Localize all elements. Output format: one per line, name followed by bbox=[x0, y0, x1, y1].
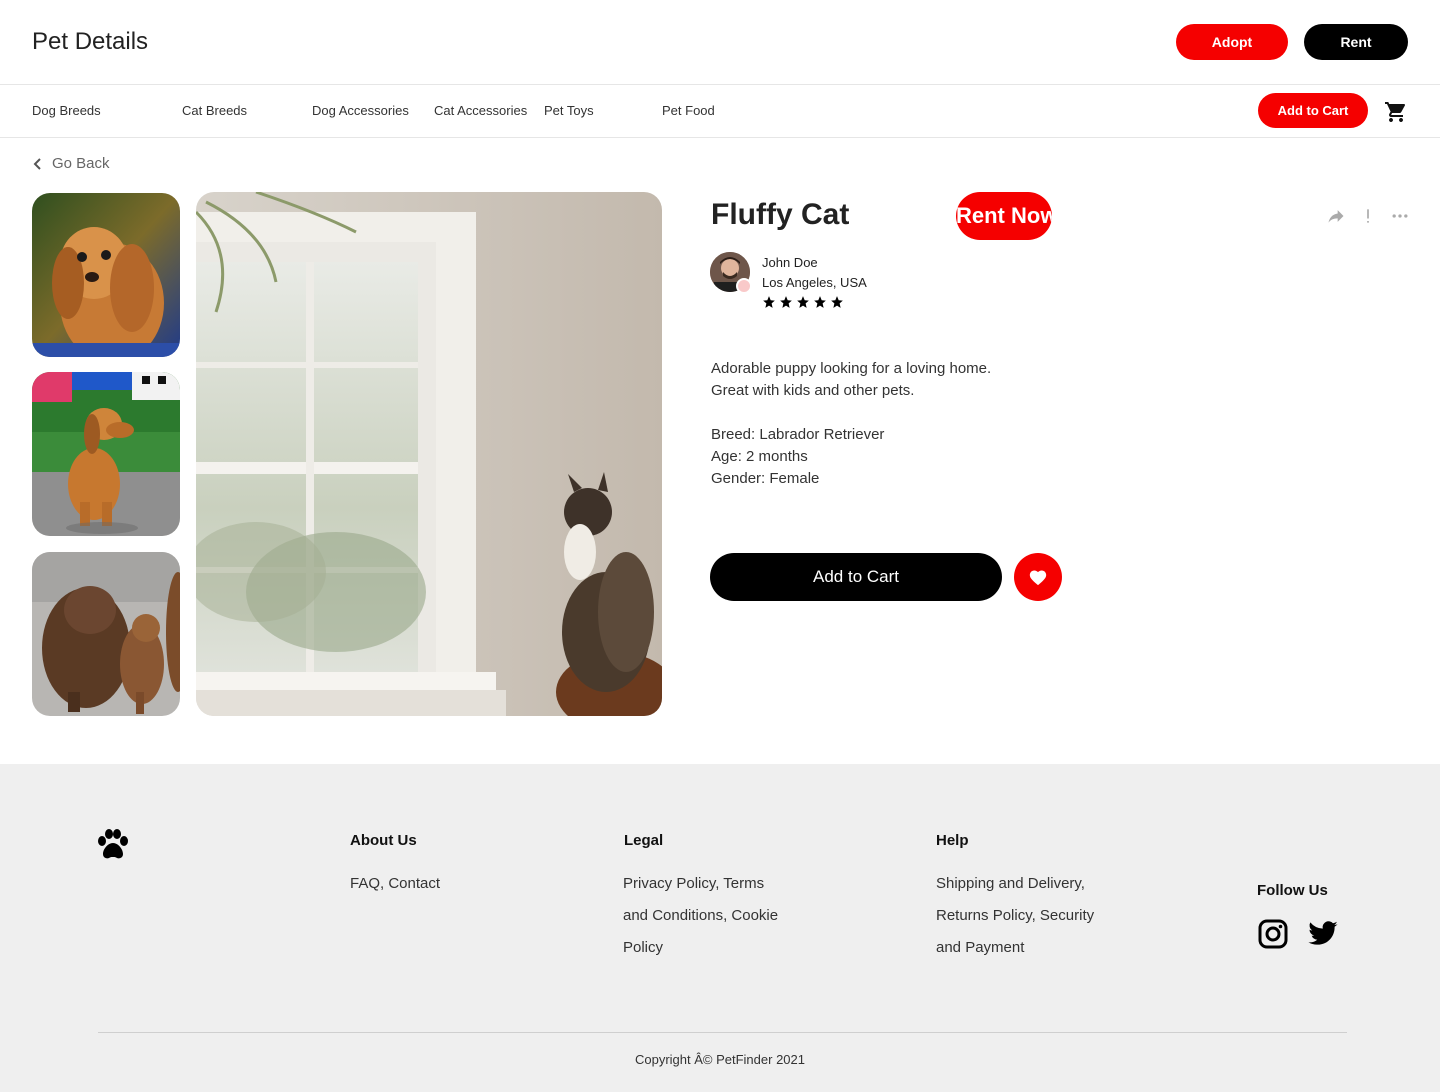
footer-legal-line-1[interactable]: Privacy Policy, Terms bbox=[623, 868, 764, 900]
rent-button[interactable]: Rent bbox=[1304, 24, 1408, 60]
rent-now-button[interactable]: Rent Now bbox=[956, 192, 1052, 240]
adopt-button[interactable]: Adopt bbox=[1176, 24, 1288, 60]
footer-divider bbox=[98, 1032, 1347, 1033]
favorite-button[interactable] bbox=[1014, 553, 1062, 601]
pet-description-line-2: Great with kids and other pets. bbox=[711, 382, 915, 399]
nav-cat-accessories[interactable]: Cat Accessories bbox=[434, 103, 527, 118]
report-icon[interactable] bbox=[1358, 206, 1378, 226]
footer-legal-heading: Legal bbox=[624, 832, 664, 849]
pet-description-line-1: Adorable puppy looking for a loving home… bbox=[711, 360, 992, 377]
nav-dog-accessories[interactable]: Dog Accessories bbox=[312, 103, 409, 118]
go-back-label: Go Back bbox=[52, 155, 110, 172]
nav-cat-breeds[interactable]: Cat Breeds bbox=[182, 103, 247, 118]
thumbnail-1[interactable] bbox=[32, 193, 180, 357]
top-header: Pet Details Adopt Rent bbox=[0, 0, 1440, 85]
heart-icon bbox=[1029, 570, 1047, 586]
chevron-left-icon bbox=[33, 157, 41, 170]
star-icon bbox=[831, 296, 843, 308]
add-to-cart-button[interactable]: Add to Cart bbox=[710, 553, 1002, 601]
owner-name: John Doe bbox=[762, 255, 818, 270]
pet-breed: Breed: Labrador Retriever bbox=[711, 426, 885, 443]
star-icon bbox=[763, 296, 775, 308]
dachshund-photo bbox=[32, 372, 180, 536]
footer-help-line-2[interactable]: Returns Policy, Security bbox=[936, 900, 1094, 932]
footer-legal-line-2[interactable]: and Conditions, Cookie bbox=[623, 900, 778, 932]
footer-help-heading: Help bbox=[936, 832, 969, 849]
puppy-photo bbox=[32, 193, 180, 357]
fluffy-dogs-photo bbox=[32, 552, 180, 716]
site-footer: About Us FAQ, Contact Legal Privacy Poli… bbox=[0, 764, 1440, 1092]
footer-legal-line-3[interactable]: Policy bbox=[623, 932, 663, 964]
owner-location: Los Angeles, USA bbox=[762, 275, 867, 290]
follow-us-heading: Follow Us bbox=[1257, 882, 1328, 899]
nav-add-to-cart-button[interactable]: Add to Cart bbox=[1258, 93, 1368, 128]
main-pet-photo bbox=[196, 192, 662, 716]
copyright-text: Copyright Â© PetFinder 2021 bbox=[634, 1052, 805, 1067]
star-icon bbox=[797, 296, 809, 308]
footer-about-heading: About Us bbox=[350, 832, 417, 849]
nav-dog-breeds[interactable]: Dog Breeds bbox=[32, 103, 101, 118]
category-nav: Dog Breeds Cat Breeds Dog Accessories Ca… bbox=[0, 85, 1440, 138]
twitter-icon[interactable] bbox=[1307, 918, 1339, 950]
paw-logo-icon[interactable] bbox=[96, 829, 130, 861]
footer-help-line-1[interactable]: Shipping and Delivery, bbox=[936, 868, 1085, 900]
go-back-link[interactable]: Go Back bbox=[32, 155, 110, 172]
pet-name: Fluffy Cat bbox=[711, 198, 850, 231]
thumbnail-3[interactable] bbox=[32, 552, 180, 716]
verified-badge-icon bbox=[736, 278, 752, 294]
more-options-icon[interactable] bbox=[1390, 206, 1410, 226]
owner-rating bbox=[762, 295, 844, 309]
star-icon bbox=[780, 296, 792, 308]
footer-help-line-3[interactable]: and Payment bbox=[936, 932, 1024, 964]
thumbnail-2[interactable] bbox=[32, 372, 180, 536]
pet-gender: Gender: Female bbox=[711, 470, 820, 487]
instagram-icon[interactable] bbox=[1257, 918, 1289, 950]
cat-window-photo bbox=[196, 192, 662, 716]
nav-pet-food[interactable]: Pet Food bbox=[662, 103, 715, 118]
shopping-cart-icon[interactable] bbox=[1383, 100, 1409, 124]
star-icon bbox=[814, 296, 826, 308]
pet-age: Age: 2 months bbox=[711, 448, 808, 465]
nav-pet-toys[interactable]: Pet Toys bbox=[544, 103, 594, 118]
share-icon[interactable] bbox=[1326, 206, 1346, 226]
footer-about-links[interactable]: FAQ, Contact bbox=[350, 868, 440, 900]
page-title: Pet Details bbox=[32, 28, 149, 55]
